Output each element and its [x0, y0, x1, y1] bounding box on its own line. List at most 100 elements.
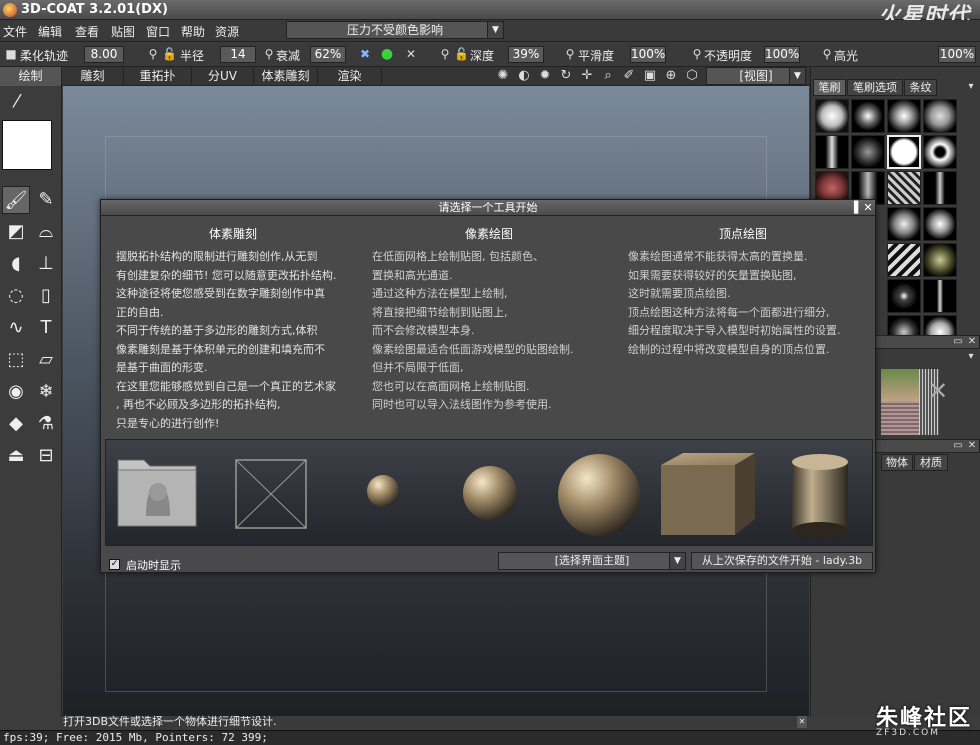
- move-icon[interactable]: ✛: [579, 68, 595, 84]
- brush-preset[interactable]: [923, 279, 957, 313]
- menu-edit[interactable]: 编辑: [38, 23, 62, 40]
- pen-icon[interactable]: ✐: [621, 68, 637, 84]
- brush-preset[interactable]: [887, 171, 921, 205]
- new-empty-icon[interactable]: [235, 459, 307, 529]
- airbrush-icon[interactable]: ◖: [2, 250, 30, 278]
- menu-view[interactable]: 查看: [75, 23, 99, 40]
- tab-render[interactable]: 渲染: [318, 67, 382, 86]
- brush-preset[interactable]: [851, 99, 885, 133]
- brush-preset[interactable]: [923, 135, 957, 169]
- close-icon[interactable]: ✕: [861, 200, 875, 215]
- tape-icon[interactable]: ◆: [2, 410, 30, 438]
- pressure-icon[interactable]: ⚲: [146, 47, 160, 61]
- pressure-icon[interactable]: ⚲: [820, 47, 834, 61]
- tab-voxel[interactable]: 体素雕刻: [254, 67, 318, 86]
- close-icon[interactable]: ✕: [966, 336, 978, 348]
- brush-preset[interactable]: [887, 207, 921, 241]
- pressure-icon[interactable]: ⚲: [690, 47, 704, 61]
- menu-window[interactable]: 窗口: [146, 23, 170, 40]
- texture-thumbnail[interactable]: [881, 401, 919, 435]
- menu-icon[interactable]: ▾: [965, 81, 977, 93]
- minimize-icon[interactable]: ▭: [952, 336, 964, 348]
- open-folder-icon[interactable]: [117, 459, 197, 527]
- brush-preset[interactable]: [815, 135, 849, 169]
- brush-preset[interactable]: [887, 99, 921, 133]
- lock-icon[interactable]: 🔓: [162, 47, 177, 61]
- close-icon[interactable]: ✕: [928, 377, 948, 405]
- highlight-value-field[interactable]: 100%: [938, 46, 976, 63]
- brush-icon[interactable]: 🖌: [2, 186, 30, 214]
- brush-preset[interactable]: [887, 135, 921, 169]
- brush-preset[interactable]: [887, 243, 921, 277]
- rotate-icon[interactable]: ↻: [558, 68, 574, 84]
- lock-icon[interactable]: 🔓: [454, 47, 469, 61]
- cylinder-icon[interactable]: [792, 454, 848, 538]
- tab-sculpt[interactable]: 雕刻: [62, 67, 124, 86]
- selection-icon[interactable]: ⬚: [2, 346, 30, 374]
- pressure-dropdown[interactable]: 压力不受颜色影响 ▼: [286, 21, 504, 39]
- menu-icon[interactable]: ▾: [965, 351, 977, 363]
- pressure-icon[interactable]: ⚲: [262, 47, 276, 61]
- tab-brush-options[interactable]: 笔刷选项: [847, 79, 903, 96]
- green-dot-icon[interactable]: ●: [380, 47, 394, 61]
- medium-sphere-icon[interactable]: [463, 466, 517, 520]
- menu-file[interactable]: 文件: [3, 23, 27, 40]
- page-icon[interactable]: ▯: [32, 282, 60, 310]
- cube-icon[interactable]: ⬡: [684, 68, 700, 84]
- open-last-file-button[interactable]: 从上次保存的文件开始 - lady.3b: [691, 552, 873, 570]
- stamp-icon[interactable]: ⊥: [32, 250, 60, 278]
- show-on-start-checkbox[interactable]: ✓: [109, 559, 120, 570]
- iron-icon[interactable]: ⏏: [2, 442, 30, 470]
- pencil-icon[interactable]: ✎: [32, 186, 60, 214]
- menu-resources[interactable]: 资源: [215, 23, 239, 40]
- frame-icon[interactable]: ▣: [642, 68, 658, 84]
- menu-help[interactable]: 帮助: [181, 23, 205, 40]
- brush-preset[interactable]: [923, 243, 957, 277]
- pressure-icon[interactable]: ⚲: [563, 47, 577, 61]
- tab-uv[interactable]: 分UV: [192, 67, 254, 86]
- menu-textures[interactable]: 贴图: [111, 23, 135, 40]
- tab-brushes[interactable]: 笔刷: [813, 79, 846, 96]
- tab-materials[interactable]: 材质: [914, 454, 948, 471]
- depth-value-field[interactable]: 39%: [508, 46, 544, 63]
- light-icon[interactable]: ✺: [495, 68, 511, 84]
- contrast-icon[interactable]: ◐: [516, 68, 532, 84]
- tab-stripes[interactable]: 条纹: [904, 79, 937, 96]
- brush-preset[interactable]: [923, 207, 957, 241]
- eye-icon[interactable]: ◉: [2, 378, 30, 406]
- brush-preset[interactable]: [923, 171, 957, 205]
- view-dropdown[interactable]: [视图] ▼: [706, 67, 806, 85]
- brush-preset[interactable]: [815, 99, 849, 133]
- fill-icon[interactable]: ◩: [2, 218, 30, 246]
- curve-icon[interactable]: ∿: [2, 314, 30, 342]
- eraser-icon[interactable]: ▱: [32, 346, 60, 374]
- small-sphere-icon[interactable]: [367, 475, 399, 507]
- color-swatch[interactable]: [2, 120, 52, 170]
- tab-retopo[interactable]: 重拓扑: [124, 67, 192, 86]
- shoe-icon[interactable]: ⌓: [32, 218, 60, 246]
- brush-preset[interactable]: [851, 135, 885, 169]
- brush-preset[interactable]: [923, 99, 957, 133]
- pin-icon[interactable]: ▐: [847, 200, 861, 215]
- text-tool-icon[interactable]: T: [32, 314, 60, 342]
- tab-objects[interactable]: 物体: [881, 454, 913, 471]
- large-sphere-icon[interactable]: [558, 454, 640, 536]
- close-icon[interactable]: ✕: [797, 716, 807, 728]
- zoom-icon[interactable]: ⌕: [600, 68, 616, 84]
- pressure-icon[interactable]: ⚲: [438, 47, 452, 61]
- close-icon[interactable]: ✕: [404, 47, 418, 61]
- stroke-icon[interactable]: ⁄: [3, 88, 31, 116]
- checkbox-icon[interactable]: ■: [4, 47, 18, 61]
- dropper-icon[interactable]: ⚗: [32, 410, 60, 438]
- brush-preset[interactable]: [887, 279, 921, 313]
- radius-value-field[interactable]: 14: [220, 46, 256, 63]
- swap-icon[interactable]: ✖: [358, 47, 372, 61]
- lasso-icon[interactable]: ◌: [2, 282, 30, 310]
- opacity-value-field[interactable]: 100%: [764, 46, 800, 63]
- sun-icon[interactable]: ✹: [537, 68, 553, 84]
- theme-dropdown[interactable]: [选择界面主题] ▼: [498, 552, 686, 570]
- soft-value-field[interactable]: 8.00: [84, 46, 124, 63]
- minimize-icon[interactable]: ▭: [952, 440, 964, 452]
- tab-paint[interactable]: 绘制: [0, 67, 62, 86]
- cube-icon[interactable]: [661, 453, 755, 535]
